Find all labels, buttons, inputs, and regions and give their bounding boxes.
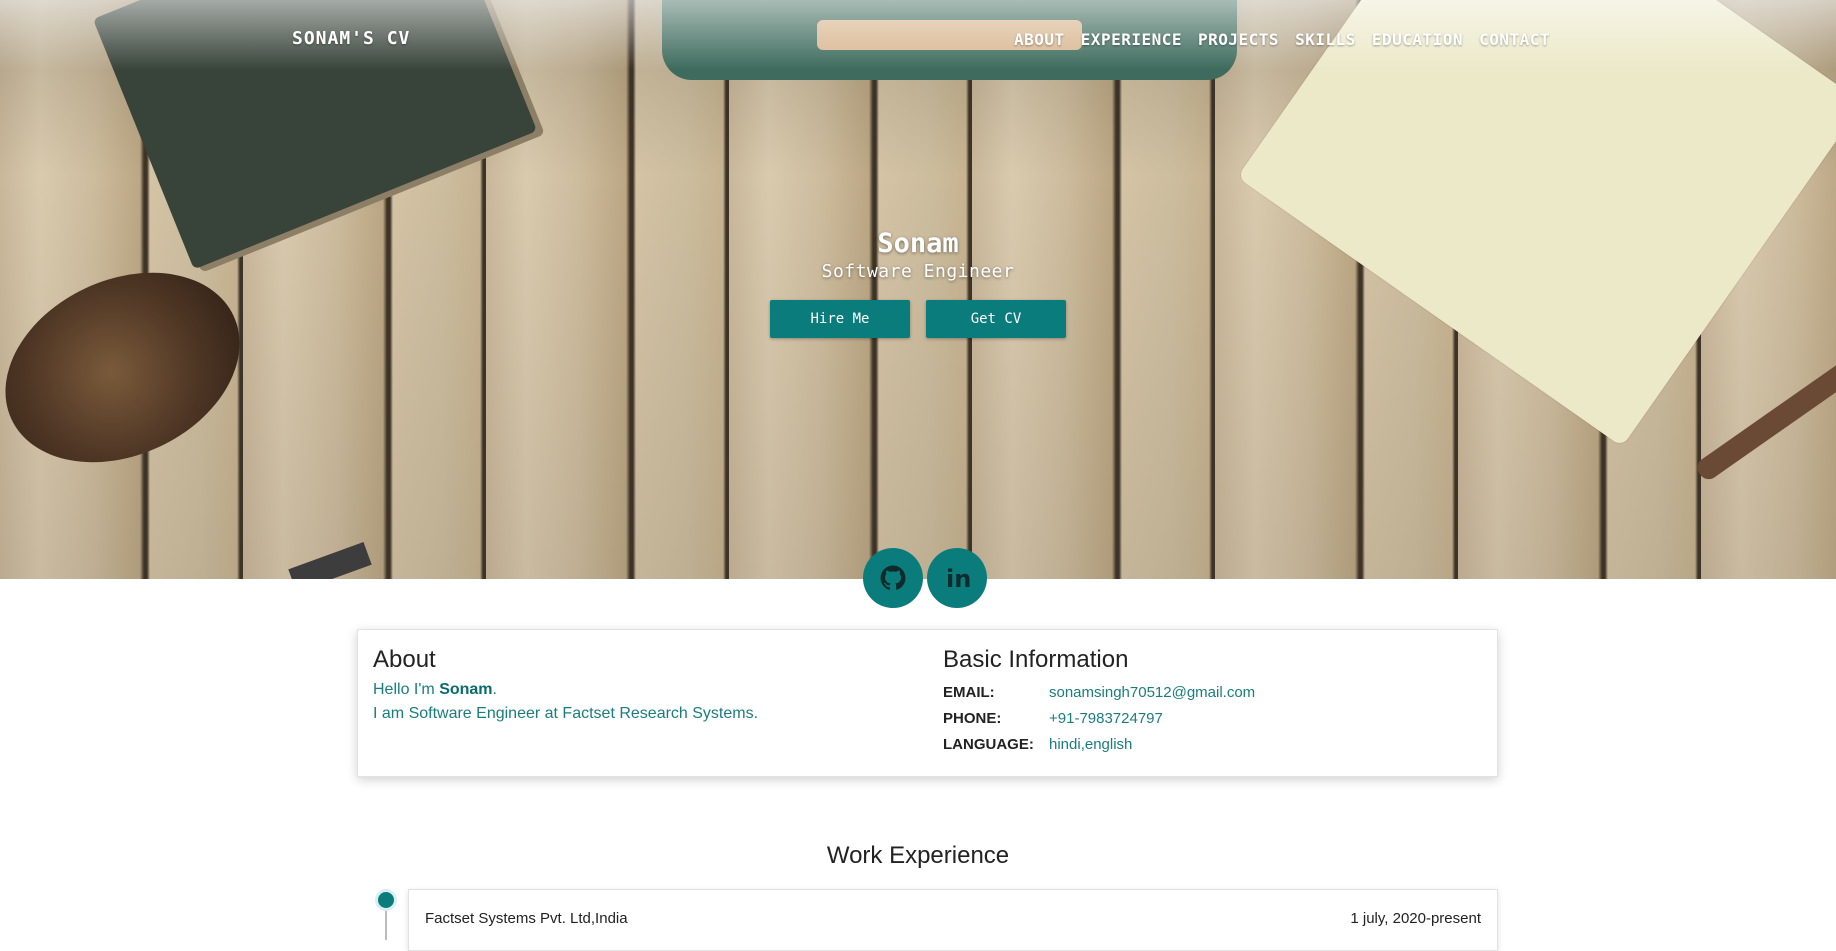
linkedin-icon-text: in xyxy=(946,565,971,592)
timeline-dot xyxy=(375,889,397,911)
linkedin-link[interactable]: in xyxy=(927,548,987,608)
linkedin-icon: in xyxy=(946,565,971,592)
info-row-email: EMAIL: sonamsingh70512@gmail.com xyxy=(943,680,1463,706)
phone-value[interactable]: +91-7983724797 xyxy=(1049,706,1163,732)
brand-logo[interactable]: SONAM'S CV xyxy=(292,28,410,49)
greeting-name: Sonam xyxy=(439,681,493,698)
experience-company: Factset Systems Pvt. Ltd,India xyxy=(425,910,628,927)
basic-info-title: Basic Information xyxy=(943,646,1129,673)
info-row-phone: PHONE: +91-7983724797 xyxy=(943,706,1463,732)
info-key: LANGUAGE: xyxy=(943,736,1034,753)
hero-actions: Hire Me Get CV xyxy=(0,300,1836,338)
nav-item-contact[interactable]: CONTACT xyxy=(1479,30,1550,49)
about-section: About Hello I'm Sonam. I am Software Engi… xyxy=(373,646,893,726)
about-card: About Hello I'm Sonam. I am Software Engi… xyxy=(357,629,1498,777)
basic-info-section: Basic Information EMAIL: sonamsingh70512… xyxy=(943,646,1463,758)
experience-card: Factset Systems Pvt. Ltd,India 1 july, 2… xyxy=(408,889,1498,951)
about-greeting: Hello I'm Sonam. I am Software Engineer a… xyxy=(373,678,893,726)
greeting-prefix: Hello I'm xyxy=(373,681,440,698)
nav-item-education[interactable]: EDUCATION xyxy=(1372,30,1463,49)
language-value: hindi,english xyxy=(1049,736,1133,753)
hero-banner: SONAM'S CV ABOUT EXPERIENCE PROJECTS SKI… xyxy=(0,0,1836,579)
github-icon xyxy=(880,565,906,590)
hero-intro: Sonam Software Engineer Hire Me Get CV xyxy=(0,228,1836,338)
email-value[interactable]: sonamsingh70512@gmail.com xyxy=(1049,680,1255,706)
navbar: SONAM'S CV ABOUT EXPERIENCE PROJECTS SKI… xyxy=(0,0,1836,78)
social-links: in xyxy=(863,548,987,608)
hero-name: Sonam xyxy=(877,228,959,259)
nav-item-experience[interactable]: EXPERIENCE xyxy=(1081,30,1182,49)
twig-decoration xyxy=(1693,338,1836,484)
about-title: About xyxy=(373,646,436,673)
nav-item-skills[interactable]: SKILLS xyxy=(1295,30,1356,49)
greeting-suffix: . xyxy=(492,681,497,698)
nav-menu: ABOUT EXPERIENCE PROJECTS SKILLS EDUCATI… xyxy=(1014,30,1550,49)
info-row-language: LANGUAGE: hindi,english xyxy=(943,732,1463,758)
github-link[interactable] xyxy=(863,548,923,608)
info-key: EMAIL: xyxy=(943,684,995,701)
nav-item-projects[interactable]: PROJECTS xyxy=(1198,30,1279,49)
about-line: I am Software Engineer at Factset Resear… xyxy=(373,705,759,722)
work-experience-title: Work Experience xyxy=(826,842,1010,869)
hire-me-button[interactable]: Hire Me xyxy=(770,300,910,338)
get-cv-button[interactable]: Get CV xyxy=(926,300,1066,338)
hero-role: Software Engineer xyxy=(821,261,1015,282)
pen-decoration xyxy=(288,542,372,579)
nav-item-about[interactable]: ABOUT xyxy=(1014,30,1065,49)
experience-date: 1 july, 2020-present xyxy=(1350,910,1481,927)
info-key: PHONE: xyxy=(943,710,1002,727)
